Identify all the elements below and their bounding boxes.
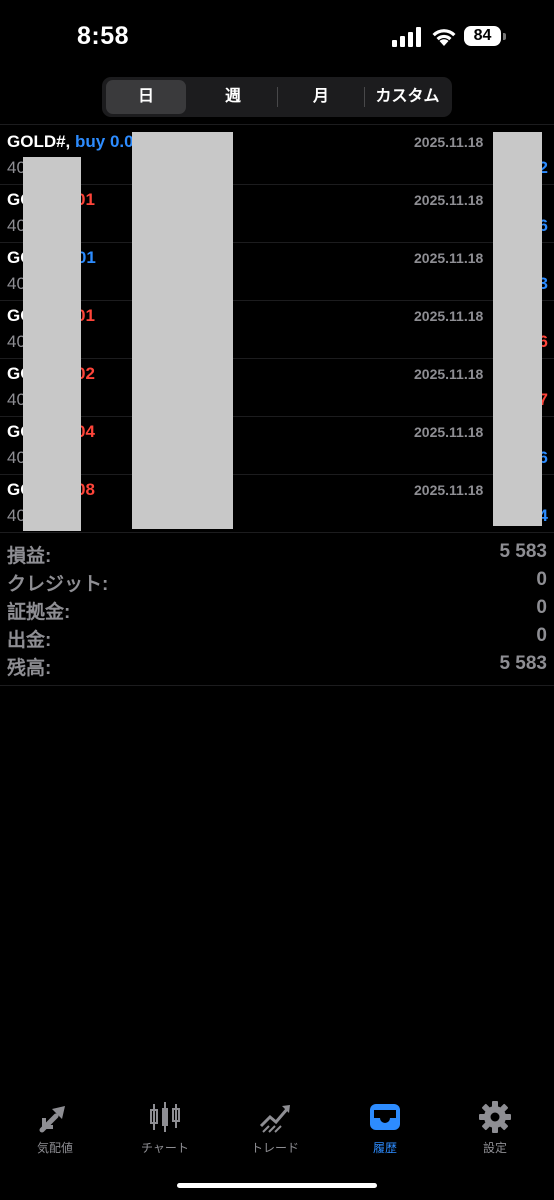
trade-row[interactable]: GO ell 0.02 2025.11.18 40 → 40 7 [0, 358, 554, 417]
tab-settings[interactable]: 設定 [440, 1093, 550, 1163]
tab-custom[interactable]: カスタム [365, 80, 450, 114]
trade-symbol: GOLD#, [7, 132, 71, 151]
trade-symbol-side: GOLD#, buy 0.01 [7, 132, 143, 152]
summary-row-credit: クレジット: 0 [0, 566, 554, 595]
summary-value: 0 [536, 625, 547, 646]
summary-value: 0 [536, 597, 547, 618]
summary-label: クレジット: [7, 574, 109, 595]
divider [0, 685, 554, 686]
summary-label: 証拠金: [7, 602, 71, 623]
trade-row[interactable]: GOLD#, buy 0.01 2025.11.18 40 → 40 2 [0, 126, 554, 185]
trade-row[interactable]: GO ell 0.01 2025.11.18 40 → 40 6 [0, 300, 554, 359]
tab-chart[interactable]: チャート [110, 1093, 220, 1163]
summary-row-balance: 残高: 5 583 [0, 650, 554, 679]
cellular-signal-icon [392, 27, 421, 47]
trade-date: 2025.11.18 [414, 250, 484, 266]
tab-quotes[interactable]: 気配値 [0, 1093, 110, 1163]
redaction-block [493, 132, 542, 526]
summary-label: 損益: [7, 546, 52, 567]
tab-history[interactable]: 履歴 [330, 1093, 440, 1163]
quotes-arrows-icon [39, 1106, 65, 1133]
summary-row-withdrawal: 出金: 0 [0, 622, 554, 651]
tab-label: 履歴 [372, 1141, 397, 1155]
trade-row[interactable]: GO ell 0.08 2025.11.18 40 → 40 4 [0, 474, 554, 533]
status-bar: 8:58 84 [0, 0, 554, 72]
period-selector: 日 週 月 カスタム [102, 77, 452, 117]
trade-date: 2025.11.18 [414, 192, 484, 208]
tab-trade[interactable]: トレード [220, 1093, 330, 1163]
tab-label: チャート [141, 1141, 189, 1155]
tab-label: 設定 [482, 1141, 507, 1155]
summary-value: 5 583 [499, 653, 547, 674]
battery-tip [503, 33, 506, 40]
tab-day[interactable]: 日 [106, 80, 186, 114]
summary-row-margin: 証拠金: 0 [0, 594, 554, 623]
tab-label: トレード [250, 1141, 299, 1155]
account-summary: 損益: 5 583 クレジット: 0 証拠金: 0 出金: 0 残高: 5 58… [0, 538, 554, 679]
summary-value: 5 583 [499, 541, 547, 562]
trade-date: 2025.11.18 [414, 366, 484, 382]
summary-label: 残高: [7, 658, 52, 679]
tab-month[interactable]: 月 [278, 80, 364, 114]
trade-date: 2025.11.18 [414, 308, 484, 324]
history-tray-icon [370, 1104, 400, 1130]
redaction-block [23, 157, 81, 531]
battery-level: 84 [464, 26, 501, 46]
tab-week[interactable]: 週 [190, 80, 276, 114]
trade-date: 2025.11.18 [414, 424, 484, 440]
trade-row[interactable]: GO uy 0.01 2025.11.18 40 → 40 3 [0, 242, 554, 301]
trade-row[interactable]: GO ell 0.01 2025.11.18 40 → 40 6 [0, 184, 554, 243]
trade-row[interactable]: GO ell 0.04 2025.11.18 40 → 40 6 [0, 416, 554, 475]
divider [0, 124, 554, 125]
bottom-tab-bar: 気配値 チャート トレード 履歴 設定 [0, 1093, 554, 1163]
summary-row-profit: 損益: 5 583 [0, 538, 554, 567]
home-indicator[interactable] [177, 1183, 377, 1188]
candlestick-chart-icon [150, 1102, 180, 1132]
summary-value: 0 [536, 569, 547, 590]
tab-label: 気配値 [36, 1141, 73, 1155]
redaction-block [132, 132, 233, 529]
trade-date: 2025.11.18 [414, 134, 484, 150]
gear-icon [479, 1101, 511, 1133]
wifi-icon [432, 29, 456, 46]
battery-indicator: 84 [464, 26, 508, 48]
summary-label: 出金: [7, 630, 52, 651]
trade-date: 2025.11.18 [414, 482, 484, 498]
status-time: 8:58 [77, 22, 130, 50]
trade-chart-icon [259, 1105, 290, 1133]
